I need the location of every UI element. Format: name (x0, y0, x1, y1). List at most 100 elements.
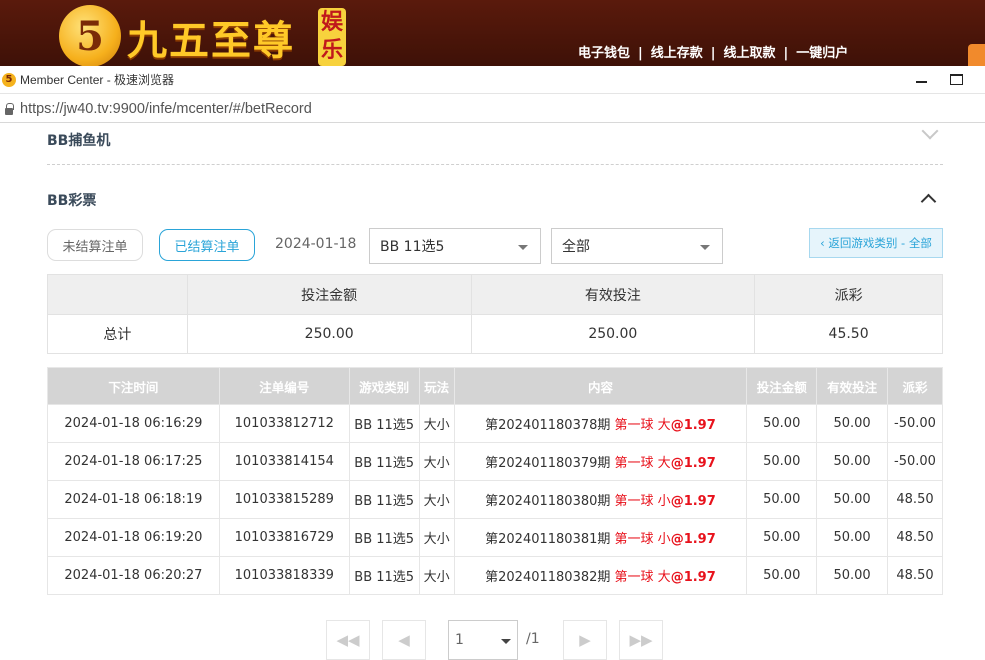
bet-time: 2024-01-18 06:17:25 (47, 442, 220, 481)
odds: @1.97 (670, 418, 716, 433)
link-separator: | (710, 46, 716, 61)
bet-id: 101033816729 (218, 518, 350, 557)
chevron-up-icon[interactable] (920, 194, 936, 210)
pick: 第一球 大 (614, 456, 671, 471)
play-type: 大小 (418, 404, 455, 443)
logo-text: 九五至尊 (127, 17, 295, 64)
column-header: 派彩 (887, 367, 943, 405)
unsettled-bets-button[interactable]: 未结算注单 (47, 229, 143, 261)
link-withdraw[interactable]: 线上取款 (724, 46, 776, 61)
page-select[interactable]: 1 (448, 620, 518, 660)
url-text[interactable]: https://jw40.tv:9900/infe/mcenter/#/betR… (20, 101, 312, 117)
payout: 48.50 (887, 480, 943, 519)
bet-content: 第202401180379期 第一球 大@1.97 (453, 442, 748, 481)
bet-type-select-value: 全部 (562, 239, 590, 255)
summary-header-cell: 投注金额 (186, 274, 472, 315)
back-to-categories-button[interactable]: ‹ 返回游戏类别 - 全部 (809, 228, 943, 258)
valid-bet: 50.00 (816, 556, 888, 595)
bet-amount: 50.00 (746, 518, 818, 557)
payout: -50.00 (887, 442, 943, 481)
summary-header-cell: 派彩 (754, 274, 943, 315)
browser-icon: 5 (2, 72, 16, 87)
summary-table: 投注金额 有效投注 派彩 总计 250.00 250.00 45.50 (47, 274, 943, 354)
column-header: 有效投注 (816, 367, 888, 405)
maximize-icon[interactable] (950, 74, 963, 85)
column-header: 内容 (453, 367, 748, 405)
table-row: 2024-01-18 06:19:20 101033816729 BB 11选5… (47, 518, 943, 557)
column-header: 游戏类别 (348, 367, 420, 405)
summary-header-row: 投注金额 有效投注 派彩 (47, 274, 943, 315)
section-lottery[interactable]: BB彩票 (47, 190, 943, 210)
valid-bet: 50.00 (816, 480, 888, 519)
summary-payout: 45.50 (754, 314, 943, 354)
first-page-icon[interactable]: ◀◀ (326, 620, 370, 660)
site-banner: 5 九五至尊 娱乐 电子钱包 | 线上存款 | 线上取款 | 一键归户 (0, 0, 985, 66)
banner-side-tab[interactable] (968, 44, 985, 66)
settled-bets-button[interactable]: 已结算注单 (159, 229, 255, 261)
game-type: BB 11选5 (348, 404, 420, 443)
window-titlebar: 5 Member Center - 极速浏览器 (0, 66, 985, 94)
pick: 第一球 大 (614, 570, 671, 585)
link-separator: | (638, 46, 643, 61)
column-header: 投注金额 (746, 367, 818, 405)
valid-bet: 50.00 (816, 404, 888, 443)
summary-total-label: 总计 (47, 314, 188, 354)
prev-page-icon[interactable]: ◀ (382, 620, 426, 660)
bet-time: 2024-01-18 06:20:27 (47, 556, 220, 595)
odds: @1.97 (670, 532, 716, 547)
caret-down-icon (700, 245, 710, 250)
link-consolidate[interactable]: 一键归户 (796, 46, 848, 61)
caret-down-icon (518, 245, 528, 250)
pick: 第一球 小 (614, 494, 671, 509)
table-row: 2024-01-18 06:18:19 101033815289 BB 11选5… (47, 480, 943, 519)
records-header-row: 下注时间 注单编号 游戏类别 玩法 内容 投注金额 有效投注 派彩 (47, 367, 943, 405)
lock-icon (4, 102, 14, 115)
play-type: 大小 (418, 480, 455, 519)
odds: @1.97 (670, 494, 716, 509)
play-type: 大小 (418, 518, 455, 557)
game-select-value: BB 11选5 (380, 239, 445, 255)
game-select[interactable]: BB 11选5 (369, 228, 541, 264)
odds: @1.97 (670, 456, 716, 471)
bet-amount: 50.00 (746, 404, 818, 443)
odds: @1.97 (670, 570, 716, 585)
bet-time: 2024-01-18 06:19:20 (47, 518, 220, 557)
game-type: BB 11选5 (348, 480, 420, 519)
bet-records-table: 下注时间 注单编号 游戏类别 玩法 内容 投注金额 有效投注 派彩 2024-0… (47, 367, 943, 595)
bet-amount: 50.00 (746, 442, 818, 481)
page-total: /1 (526, 631, 540, 647)
section-fishing[interactable]: BB捕鱼机 (47, 127, 943, 165)
window-title: Member Center - 极速浏览器 (20, 73, 175, 87)
summary-header-cell (47, 274, 188, 315)
link-deposit[interactable]: 线上存款 (651, 46, 703, 61)
column-header: 玩法 (418, 367, 455, 405)
logo-digit: 5 (76, 12, 104, 60)
summary-valid-bet: 250.00 (470, 314, 756, 354)
bet-type-select[interactable]: 全部 (551, 228, 723, 264)
payout: 48.50 (887, 518, 943, 557)
chevron-down-icon (501, 639, 511, 644)
address-bar[interactable]: https://jw40.tv:9900/infe/mcenter/#/betR… (0, 95, 985, 123)
valid-bet: 50.00 (816, 518, 888, 557)
next-page-icon[interactable]: ▶ (563, 620, 607, 660)
summary-header-cell: 有效投注 (470, 274, 756, 315)
link-wallet[interactable]: 电子钱包 (578, 46, 630, 61)
bet-id: 101033812712 (218, 404, 350, 443)
period: 第202401180379期 (485, 456, 611, 471)
summary-bet-amount: 250.00 (186, 314, 472, 354)
column-header: 下注时间 (47, 367, 220, 405)
logo-badge: 娱乐 (318, 8, 346, 66)
game-type: BB 11选5 (348, 518, 420, 557)
date-display[interactable]: 2024-01-18 (275, 236, 356, 252)
bet-id: 101033815289 (218, 480, 350, 519)
valid-bet: 50.00 (816, 442, 888, 481)
page-select-value: 1 (455, 632, 464, 648)
bet-content: 第202401180380期 第一球 小@1.97 (453, 480, 748, 519)
minimize-icon[interactable] (914, 72, 930, 88)
last-page-icon[interactable]: ▶▶ (619, 620, 663, 660)
bet-id: 101033818339 (218, 556, 350, 595)
play-type: 大小 (418, 442, 455, 481)
chevron-down-icon[interactable] (922, 127, 938, 143)
bet-time: 2024-01-18 06:16:29 (47, 404, 220, 443)
bet-amount: 50.00 (746, 556, 818, 595)
